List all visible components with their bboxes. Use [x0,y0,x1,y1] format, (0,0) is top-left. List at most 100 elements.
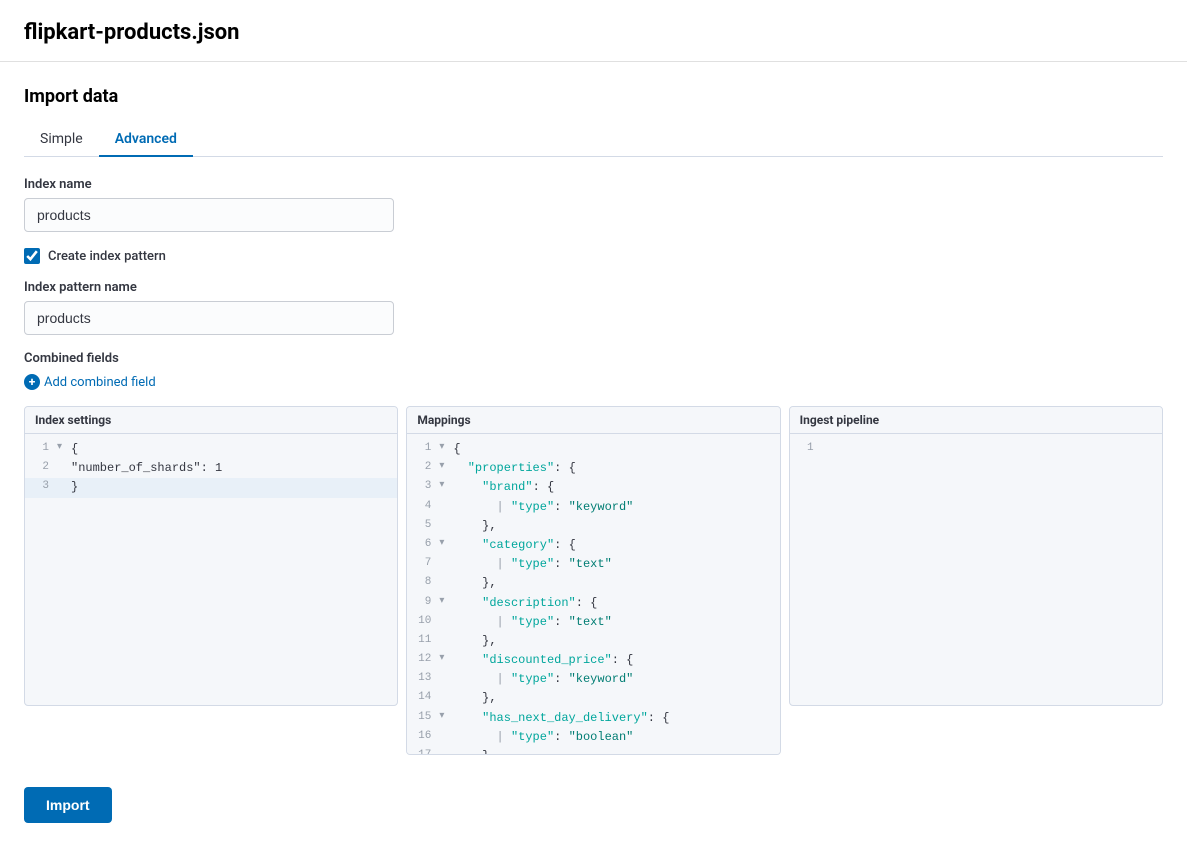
index-pattern-input[interactable] [24,301,394,335]
index-name-label: Index name [24,177,1163,192]
line-number: 16 [411,728,439,746]
line-content: { [453,440,460,459]
code-line: 2▾ "properties": { [407,459,779,478]
line-number: 3 [411,478,439,496]
mappings-code[interactable]: 1▾{2▾ "properties": {3▾ "brand": {4 | "t… [407,434,779,754]
add-combined-field-link[interactable]: + Add combined field [24,374,1163,390]
line-number: 10 [411,613,439,631]
line-number: 3 [29,478,57,496]
code-line: 3▾ "brand": { [407,478,779,497]
code-line: 13 | "type": "keyword" [407,670,779,689]
create-index-pattern-checkbox[interactable] [24,248,40,264]
page-title: flipkart-products.json [24,20,1163,45]
line-number: 9 [411,594,439,612]
line-number: 14 [411,689,439,707]
import-button[interactable]: Import [24,787,112,823]
code-line: 7 | "type": "text" [407,555,779,574]
line-content: }, [453,632,496,651]
code-line: 1▾{ [407,440,779,459]
line-content: "number_of_shards": 1 [71,459,222,478]
line-content: "category": { [453,536,575,555]
line-content: "has_next_day_delivery": { [453,709,669,728]
line-content: | "type": "text" [453,555,611,574]
line-toggle[interactable]: ▾ [57,440,71,456]
line-content: }, [453,747,496,754]
mappings-panel: Mappings 1▾{2▾ "properties": {3▾ "brand"… [406,406,780,755]
code-line: 9▾ "description": { [407,594,779,613]
line-content: "discounted_price": { [453,651,633,670]
code-line: 4 | "type": "keyword" [407,498,779,517]
line-number: 1 [29,440,57,458]
code-line: 17 }, [407,747,779,754]
line-content: | "type": "keyword" [453,498,633,517]
ingest-pipeline-code[interactable]: 1 [790,434,1162,464]
index-settings-code[interactable]: 1▾{2 "number_of_shards": 13 } [25,434,397,504]
index-pattern-group: Index pattern name [24,280,1163,335]
line-content: { [71,440,78,459]
code-line: 6▾ "category": { [407,536,779,555]
code-line: 2 "number_of_shards": 1 [25,459,397,478]
code-line: 15▾ "has_next_day_delivery": { [407,709,779,728]
code-line: 16 | "type": "boolean" [407,728,779,747]
line-content: | "type": "keyword" [453,670,633,689]
code-line: 1▾{ [25,440,397,459]
line-number: 2 [411,459,439,477]
line-toggle[interactable]: ▾ [439,536,453,552]
page-header: flipkart-products.json [0,0,1187,62]
tab-simple[interactable]: Simple [24,123,99,157]
line-number: 13 [411,670,439,688]
line-toggle[interactable]: ▾ [439,651,453,667]
index-name-input[interactable] [24,198,394,232]
code-line: 3 } [25,478,397,497]
line-toggle[interactable]: ▾ [439,459,453,475]
code-line: 5 }, [407,517,779,536]
line-number: 15 [411,709,439,727]
code-line: 11 }, [407,632,779,651]
line-number: 17 [411,747,439,754]
line-number: 2 [29,459,57,477]
create-index-pattern-label[interactable]: Create index pattern [48,249,166,264]
index-pattern-label: Index pattern name [24,280,1163,295]
line-number: 8 [411,574,439,592]
section-title: Import data [24,86,1163,107]
line-number: 12 [411,651,439,669]
line-toggle[interactable]: ▾ [439,594,453,610]
add-combined-field-label: Add combined field [44,375,156,390]
editors-row: Index settings 1▾{2 "number_of_shards": … [24,406,1163,755]
combined-fields-title: Combined fields [24,351,1163,366]
index-settings-panel: Index settings 1▾{2 "number_of_shards": … [24,406,398,706]
line-content: } [71,478,78,497]
create-index-pattern-row: Create index pattern [24,248,1163,264]
line-toggle[interactable]: ▾ [439,478,453,494]
line-number: 6 [411,536,439,554]
line-number: 4 [411,498,439,516]
tab-advanced[interactable]: Advanced [99,123,193,157]
line-content: "description": { [453,594,597,613]
line-toggle[interactable]: ▾ [439,440,453,456]
line-toggle[interactable]: ▾ [439,709,453,725]
line-number: 5 [411,517,439,535]
line-content: "properties": { [453,459,575,478]
main-content: Import data Simple Advanced Index name C… [0,62,1187,847]
index-name-group: Index name [24,177,1163,232]
tabs: Simple Advanced [24,123,1163,157]
line-content: "brand": { [453,478,554,497]
line-number: 11 [411,632,439,650]
code-line: 8 }, [407,574,779,593]
ingest-pipeline-panel: Ingest pipeline 1 [789,406,1163,706]
ingest-pipeline-title: Ingest pipeline [790,407,1162,434]
line-content: | "type": "text" [453,613,611,632]
line-number: 1 [411,440,439,458]
line-content: }, [453,517,496,536]
code-line: 10 | "type": "text" [407,613,779,632]
plus-circle-icon: + [24,374,40,390]
line-number: 7 [411,555,439,573]
line-content: }, [453,689,496,708]
line-content: }, [453,574,496,593]
line-number: 1 [794,440,822,458]
code-line: 14 }, [407,689,779,708]
line-content: | "type": "boolean" [453,728,633,747]
combined-fields-section: Combined fields + Add combined field [24,351,1163,390]
index-settings-title: Index settings [25,407,397,434]
code-line: 12▾ "discounted_price": { [407,651,779,670]
